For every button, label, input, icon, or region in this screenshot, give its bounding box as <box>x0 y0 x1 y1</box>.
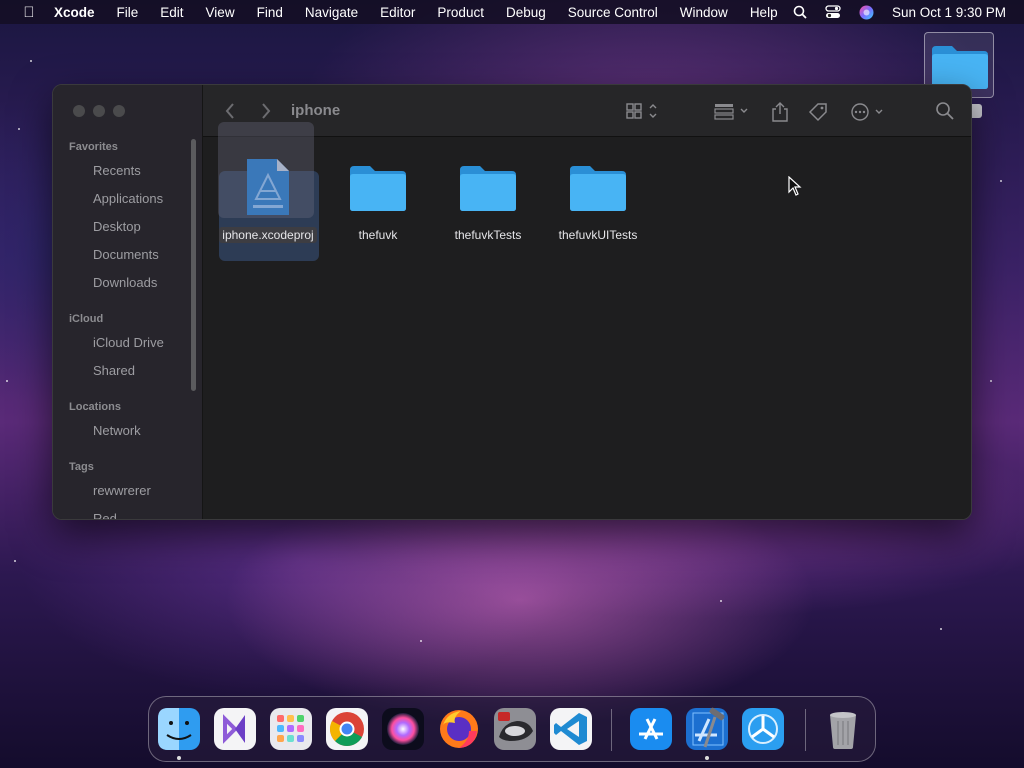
dock-running-indicator <box>177 756 181 760</box>
menu-window[interactable]: Window <box>680 5 728 20</box>
menu-find[interactable]: Find <box>257 5 283 20</box>
more-icon[interactable] <box>849 101 889 128</box>
folder-icon <box>350 166 406 211</box>
sidebar-header-favorites: Favorites <box>69 141 118 153</box>
file-label: iphone.xcodeproj <box>219 227 317 243</box>
search-icon[interactable] <box>935 101 955 126</box>
search-icon[interactable] <box>793 5 807 19</box>
dock-racing-app-icon[interactable] <box>493 707 537 751</box>
window-title: iphone <box>291 102 341 119</box>
file-item-thefuvktests[interactable]: thefuvkTests <box>433 153 543 244</box>
dock-launchpad-icon[interactable] <box>269 707 313 751</box>
apple-menu-icon[interactable]:  <box>18 4 40 21</box>
finder-sidebar: Favorites Recents Applications Desktop D… <box>53 85 203 519</box>
dock-firefox-icon[interactable] <box>437 707 481 751</box>
sidebar-item-tag-red[interactable]: Red <box>93 511 117 519</box>
dock-siri-icon[interactable] <box>381 707 425 751</box>
sidebar-item-applications[interactable]: Applications <box>93 191 163 206</box>
dock-finder-icon[interactable] <box>157 707 201 751</box>
dock-trash-icon[interactable] <box>821 707 865 751</box>
dock-separator <box>611 709 612 751</box>
control-center-icon[interactable] <box>825 5 841 19</box>
menu-product[interactable]: Product <box>437 5 484 20</box>
dock <box>148 696 876 762</box>
mouse-cursor-icon <box>788 176 802 196</box>
sidebar-item-icloud-drive[interactable]: iCloud Drive <box>93 335 164 350</box>
finder-content: iphone.xcodeproj thefuvk thefuvkTests th… <box>203 137 971 519</box>
clock[interactable]: Sun Oct 1 9:30 PM <box>892 5 1006 20</box>
menu-navigate[interactable]: Navigate <box>305 5 358 20</box>
file-label: thefuvkTests <box>454 228 522 242</box>
sidebar-item-tag-rewwrerer[interactable]: rewwrerer <box>93 483 151 498</box>
menu-debug[interactable]: Debug <box>506 5 546 20</box>
sidebar-item-downloads[interactable]: Downloads <box>93 275 157 290</box>
dock-separator <box>805 709 806 751</box>
close-button[interactable] <box>73 105 85 117</box>
sidebar-item-documents[interactable]: Documents <box>93 247 159 262</box>
folder-icon <box>932 46 988 89</box>
minimize-button[interactable] <box>93 105 105 117</box>
folder-icon <box>570 166 626 211</box>
menu-source-control[interactable]: Source Control <box>568 5 658 20</box>
file-item-thefuvkuitests[interactable]: thefuvkUITests <box>543 153 653 244</box>
sidebar-item-shared[interactable]: Shared <box>93 363 135 378</box>
menu-help[interactable]: Help <box>750 5 778 20</box>
file-label: thefuvk <box>358 228 398 242</box>
menu-app-name[interactable]: Xcode <box>54 5 95 20</box>
window-controls <box>73 105 125 117</box>
sidebar-item-recents[interactable]: Recents <box>93 163 141 178</box>
finder-window: Favorites Recents Applications Desktop D… <box>52 84 972 520</box>
menu-file[interactable]: File <box>117 5 139 20</box>
dock-running-indicator <box>705 756 709 760</box>
group-icon[interactable] <box>713 101 753 126</box>
file-item-thefuvk[interactable]: thefuvk <box>323 153 433 244</box>
menu-editor[interactable]: Editor <box>380 5 415 20</box>
folder-icon <box>460 166 516 211</box>
siri-icon[interactable] <box>859 5 874 20</box>
drag-ghost <box>218 122 314 218</box>
sidebar-header-locations: Locations <box>69 401 121 413</box>
dock-chrome-icon[interactable] <box>325 707 369 751</box>
sidebar-scrollbar[interactable] <box>191 139 196 391</box>
sidebar-item-desktop[interactable]: Desktop <box>93 219 141 234</box>
finder-toolbar: iphone <box>203 85 971 137</box>
tag-icon[interactable] <box>807 101 829 128</box>
file-label: thefuvkUITests <box>558 228 638 242</box>
share-icon[interactable] <box>769 101 791 128</box>
dock-xcode-icon[interactable] <box>685 707 729 751</box>
dock-visual-studio-icon[interactable] <box>213 707 257 751</box>
dock-instruments-icon[interactable] <box>741 707 785 751</box>
menu-view[interactable]: View <box>206 5 235 20</box>
sidebar-header-icloud: iCloud <box>69 313 104 325</box>
zoom-button[interactable] <box>113 105 125 117</box>
menu-edit[interactable]: Edit <box>160 5 183 20</box>
sidebar-item-network[interactable]: Network <box>93 423 141 438</box>
dock-vscode-icon[interactable] <box>549 707 593 751</box>
sidebar-header-tags: Tags <box>69 461 94 473</box>
menu-bar:  Xcode File Edit View Find Navigate Edi… <box>0 0 1024 24</box>
dock-app-store-icon[interactable] <box>629 707 673 751</box>
view-mode-icon[interactable] <box>625 101 659 126</box>
